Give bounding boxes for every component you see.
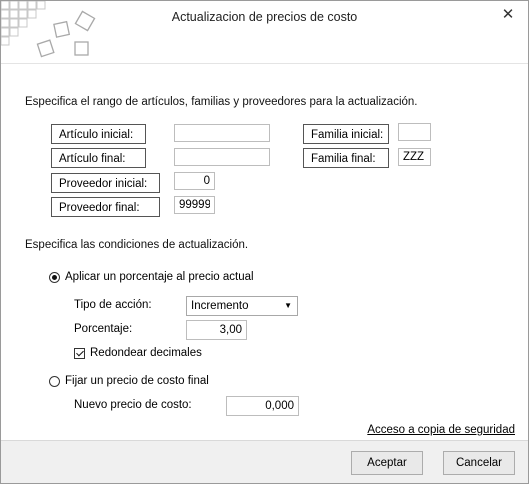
redondear-checkbox[interactable]: [74, 347, 85, 359]
articulo-inicial-label: Artículo inicial:: [51, 124, 146, 144]
radio-percentage[interactable]: [49, 271, 60, 283]
cancel-button[interactable]: Cancelar: [443, 451, 515, 475]
proveedor-final-input[interactable]: [174, 196, 215, 214]
porcentaje-label: Porcentaje:: [74, 323, 133, 335]
conditions-instructions: Especifica las condiciones de actualizac…: [25, 239, 249, 251]
radio-fixed[interactable]: [49, 375, 60, 387]
nuevo-precio-label: Nuevo precio de costo:: [74, 399, 192, 411]
close-icon[interactable]: ✕: [498, 5, 518, 25]
dialog-window: Actualizacion de precios de costo ✕ Espe…: [0, 0, 529, 484]
dialog-footer: Aceptar Cancelar: [1, 440, 528, 483]
proveedor-inicial-label: Proveedor inicial:: [51, 173, 160, 193]
articulo-final-input[interactable]: [174, 148, 270, 166]
tipo-accion-label: Tipo de acción:: [74, 299, 152, 311]
familia-inicial-label: Familia inicial:: [303, 124, 389, 144]
accept-button[interactable]: Aceptar: [351, 451, 423, 475]
tipo-accion-select[interactable]: Incremento ▼: [186, 296, 298, 316]
familia-inicial-input[interactable]: [398, 123, 431, 141]
option-fixed-label: Fijar un precio de costo final: [65, 375, 209, 387]
chevron-down-icon: ▼: [284, 301, 292, 310]
option-fixed[interactable]: Fijar un precio de costo final: [49, 375, 209, 387]
header-divider: [1, 63, 528, 64]
familia-final-label: Familia final:: [303, 148, 389, 168]
proveedor-final-label: Proveedor final:: [51, 197, 160, 217]
familia-final-input[interactable]: [398, 148, 431, 166]
redondear-label: Redondear decimales: [90, 347, 202, 359]
articulo-inicial-input[interactable]: [174, 124, 270, 142]
redondear-decimales[interactable]: Redondear decimales: [74, 347, 202, 359]
porcentaje-input[interactable]: [186, 320, 247, 340]
option-percentage[interactable]: Aplicar un porcentaje al precio actual: [49, 271, 254, 283]
articulo-final-label: Artículo final:: [51, 148, 146, 168]
range-instructions: Especifica el rango de artículos, famili…: [25, 96, 418, 108]
nuevo-precio-input[interactable]: [226, 396, 299, 416]
option-percentage-label: Aplicar un porcentaje al precio actual: [65, 271, 254, 283]
backup-link[interactable]: Acceso a copia de seguridad: [367, 424, 515, 436]
window-title: Actualizacion de precios de costo: [171, 10, 358, 24]
tipo-accion-value: Incremento: [191, 300, 249, 312]
proveedor-inicial-input[interactable]: [174, 172, 215, 190]
